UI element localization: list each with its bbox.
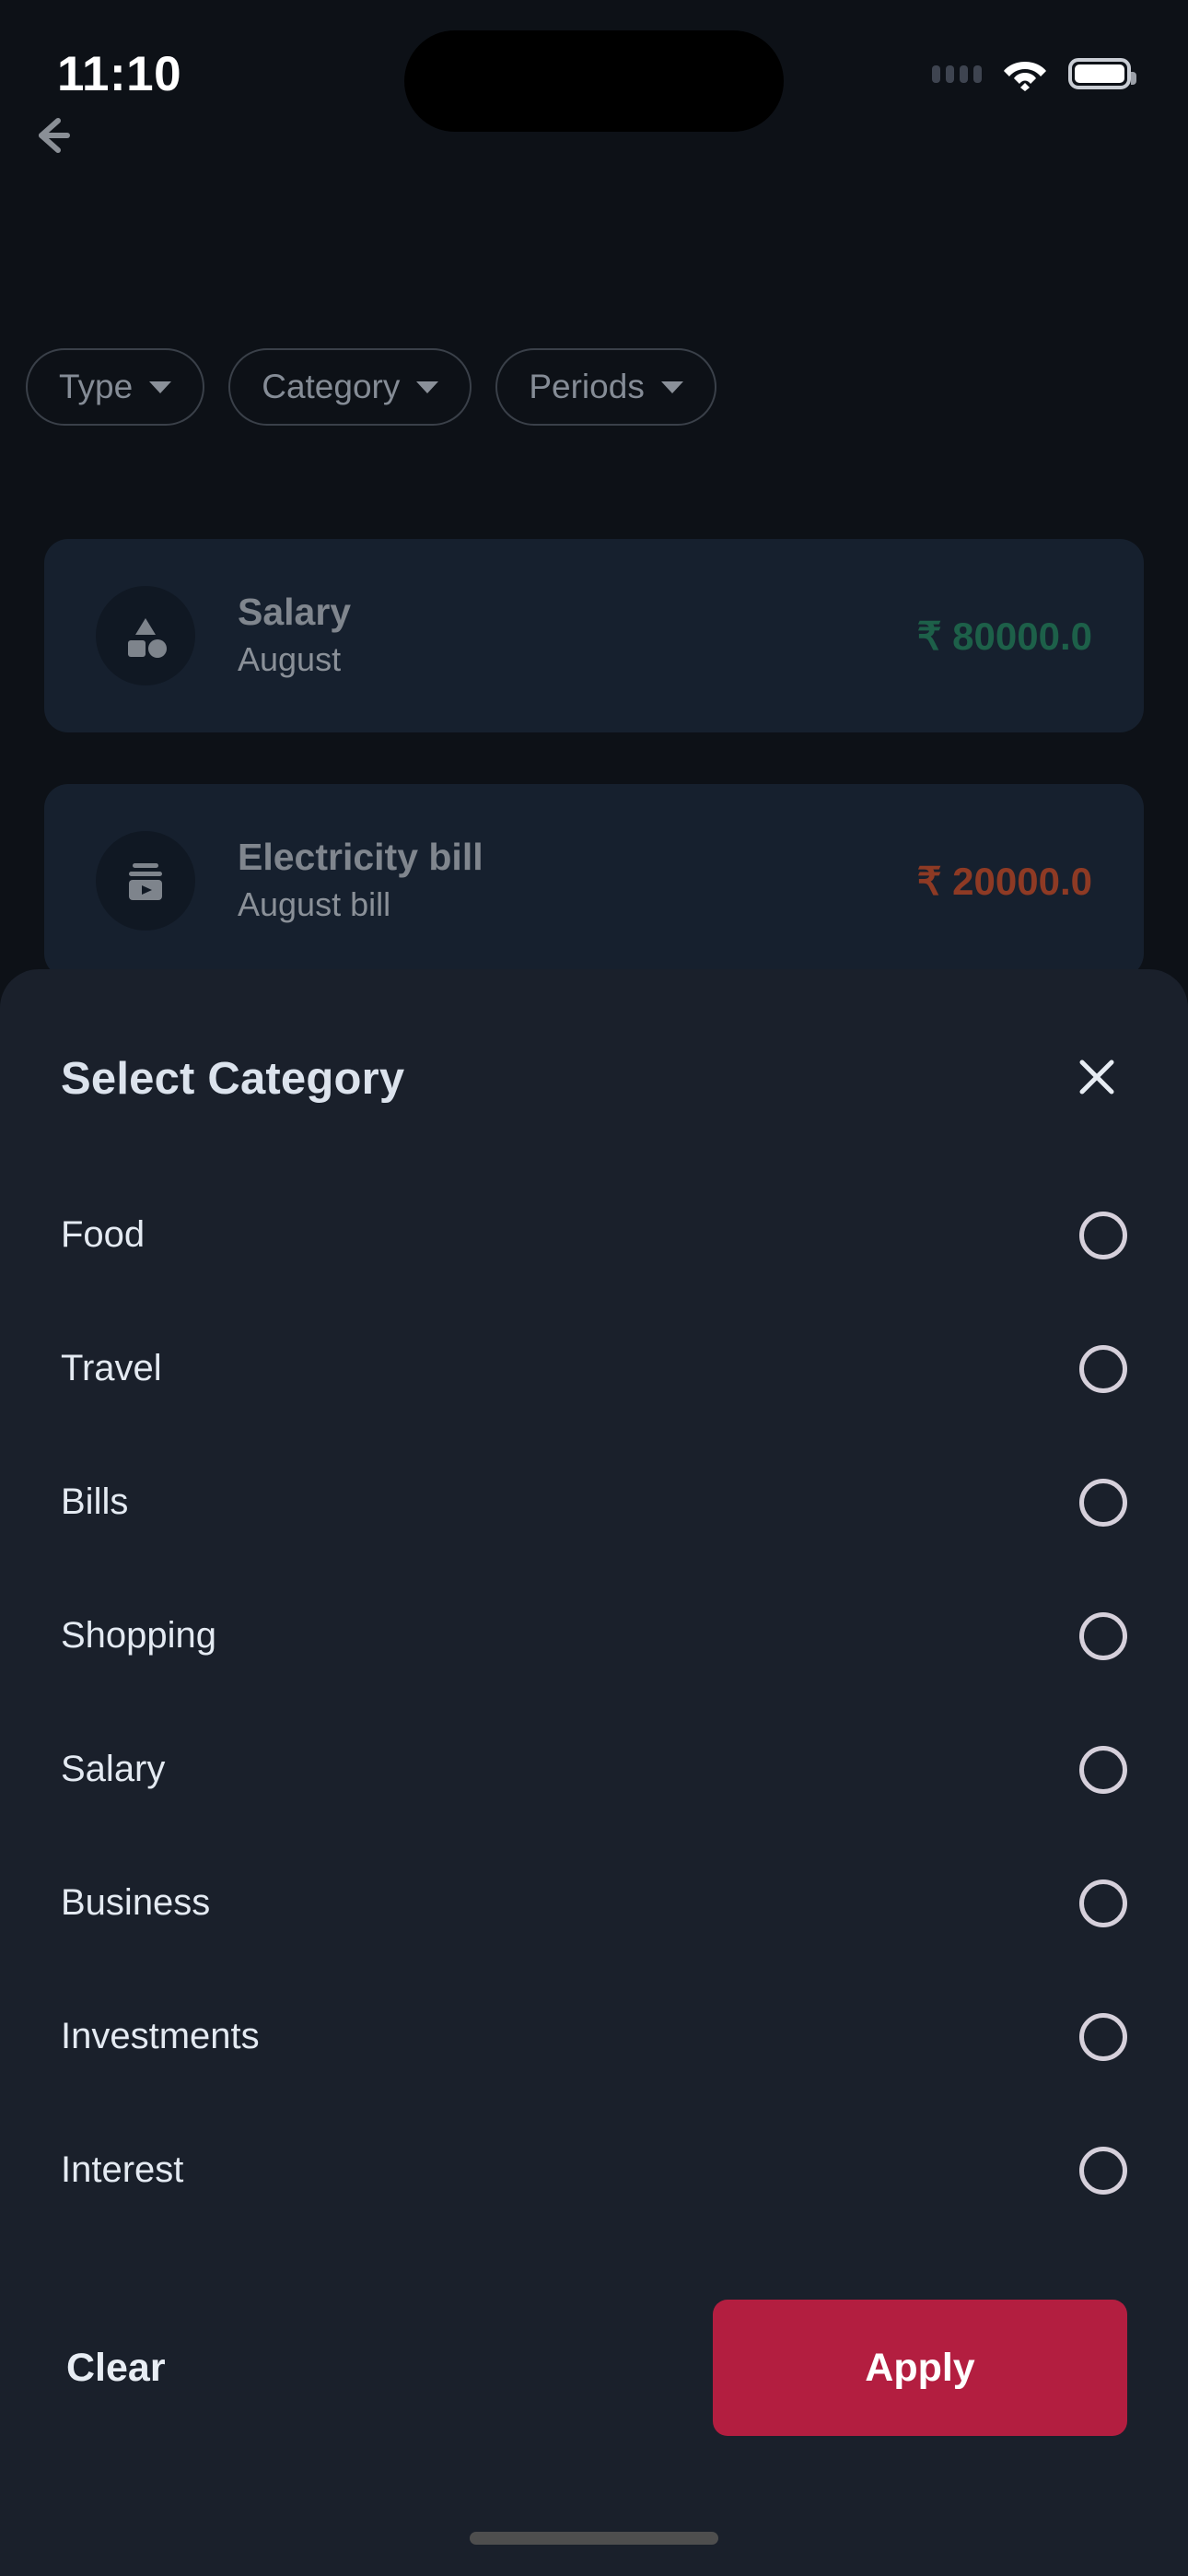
category-option-label: Shopping bbox=[61, 1615, 216, 1657]
filter-chip-periods[interactable]: Periods bbox=[495, 348, 716, 426]
transaction-text-electricity-bill: Electricity bill August bill bbox=[238, 835, 917, 927]
transaction-title: Salary bbox=[238, 590, 917, 634]
radio-button[interactable] bbox=[1079, 1746, 1127, 1794]
category-option-label: Food bbox=[61, 1214, 145, 1256]
transaction-amount: ₹ 80000.0 bbox=[917, 614, 1092, 659]
transaction-amount: ₹ 20000.0 bbox=[917, 859, 1092, 904]
filter-chip-row: Type Category Periods bbox=[26, 348, 1188, 426]
category-option-label: Investments bbox=[61, 2016, 260, 2057]
clear-button[interactable]: Clear bbox=[61, 2329, 171, 2407]
close-button[interactable] bbox=[1066, 1048, 1127, 1109]
category-option-food[interactable]: Food bbox=[61, 1168, 1127, 1302]
close-icon bbox=[1074, 1054, 1120, 1105]
bottom-sheet-title: Select Category bbox=[61, 1053, 404, 1105]
category-option-bills[interactable]: Bills bbox=[61, 1435, 1127, 1569]
category-option-label: Salary bbox=[61, 1749, 165, 1790]
transaction-text-salary: Salary August bbox=[238, 590, 917, 682]
status-bar-indicators bbox=[932, 56, 1131, 91]
chevron-down-icon bbox=[149, 381, 171, 393]
radio-button[interactable] bbox=[1079, 1479, 1127, 1527]
radio-button[interactable] bbox=[1079, 2147, 1127, 2195]
radio-button[interactable] bbox=[1079, 2013, 1127, 2061]
filter-chip-category[interactable]: Category bbox=[228, 348, 472, 426]
transaction-row-electricity-bill[interactable]: Electricity bill August bill ₹ 20000.0 bbox=[44, 784, 1144, 978]
filter-chip-type-label: Type bbox=[59, 368, 133, 406]
battery-full-icon bbox=[1068, 58, 1131, 89]
category-option-label: Travel bbox=[61, 1348, 162, 1389]
filter-chip-periods-label: Periods bbox=[529, 368, 644, 406]
bottom-sheet-actions: Clear Apply bbox=[0, 2300, 1188, 2436]
category-option-label: Bills bbox=[61, 1481, 128, 1523]
select-category-bottom-sheet: Select Category Food Travel Bills Shoppi… bbox=[0, 969, 1188, 2576]
category-option-shopping[interactable]: Shopping bbox=[61, 1569, 1127, 1703]
transaction-title: Electricity bill bbox=[238, 835, 917, 879]
category-option-salary[interactable]: Salary bbox=[61, 1703, 1127, 1836]
radio-button[interactable] bbox=[1079, 1612, 1127, 1660]
wifi-icon bbox=[1002, 56, 1048, 91]
chevron-down-icon bbox=[661, 381, 683, 393]
apply-button[interactable]: Apply bbox=[713, 2300, 1127, 2436]
subscriptions-icon bbox=[96, 831, 195, 931]
category-option-label: Business bbox=[61, 1882, 210, 1924]
transaction-subtitle: August bbox=[238, 638, 917, 682]
status-bar-time: 11:10 bbox=[57, 46, 181, 102]
status-bar: 11:10 bbox=[0, 0, 1188, 147]
transaction-list: Salary August ₹ 80000.0 Electricity bill… bbox=[44, 539, 1144, 1029]
category-option-label: Interest bbox=[61, 2149, 183, 2191]
dynamic-island bbox=[404, 30, 784, 132]
category-option-list: Food Travel Bills Shopping Salary Busine… bbox=[0, 1168, 1188, 2237]
radio-button[interactable] bbox=[1079, 1212, 1127, 1259]
category-option-business[interactable]: Business bbox=[61, 1836, 1127, 1970]
category-shapes-icon bbox=[96, 586, 195, 685]
category-option-interest[interactable]: Interest bbox=[61, 2103, 1127, 2237]
category-option-travel[interactable]: Travel bbox=[61, 1302, 1127, 1435]
radio-button[interactable] bbox=[1079, 1879, 1127, 1927]
transaction-row-salary[interactable]: Salary August ₹ 80000.0 bbox=[44, 539, 1144, 732]
chevron-down-icon bbox=[416, 381, 438, 393]
signal-dots-icon bbox=[932, 65, 982, 83]
bottom-sheet-header: Select Category bbox=[0, 969, 1188, 1109]
home-indicator bbox=[470, 2532, 718, 2545]
category-option-investments[interactable]: Investments bbox=[61, 1970, 1127, 2103]
filter-chip-category-label: Category bbox=[262, 368, 400, 406]
filter-chip-type[interactable]: Type bbox=[26, 348, 204, 426]
transaction-subtitle: August bill bbox=[238, 884, 917, 927]
radio-button[interactable] bbox=[1079, 1345, 1127, 1393]
